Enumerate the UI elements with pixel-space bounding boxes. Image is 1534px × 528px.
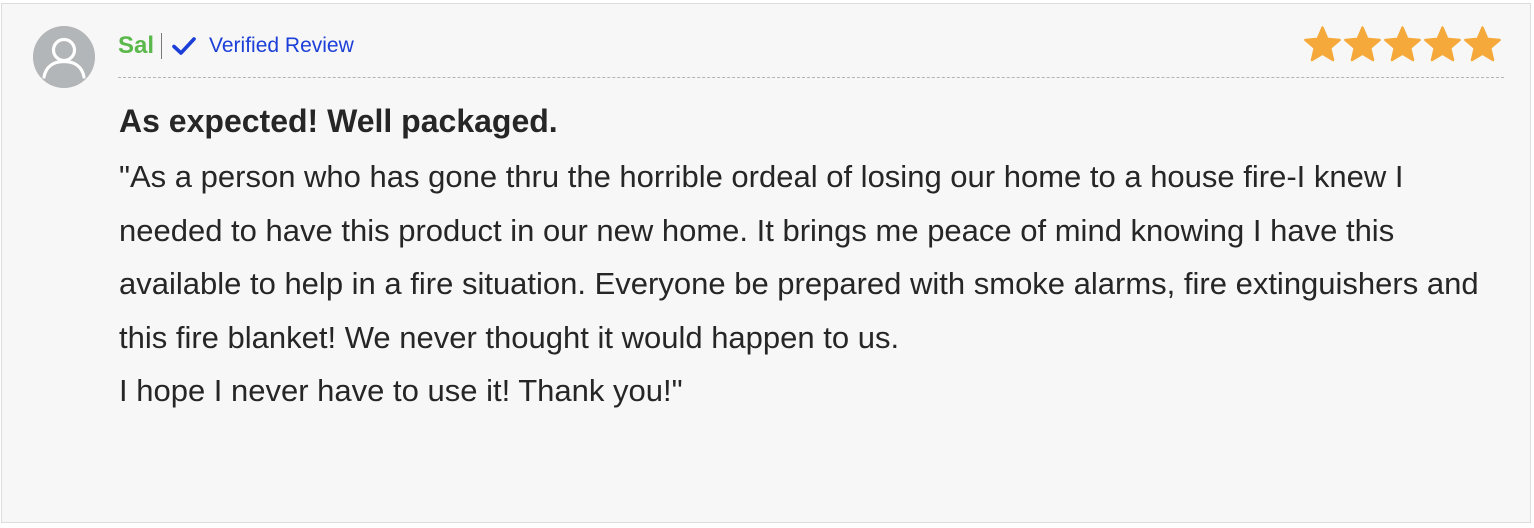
review-paragraph: "As a person who has gone thru the horri… [119,159,1479,355]
review-header: Sal Verified Review [118,28,354,64]
review-card: Sal Verified Review As expected! Well pa… [1,3,1531,523]
star-icon [1304,26,1341,62]
checkmark-icon [171,35,197,57]
review-body: "As a person who has gone thru the horri… [119,150,1509,418]
star-icon [1424,26,1461,62]
review-paragraph: I hope I never have to use it! Thank you… [119,373,683,408]
name-divider [161,33,163,59]
user-avatar-icon [33,26,95,88]
star-icon [1384,26,1421,62]
star-icon [1464,26,1501,62]
reviewer-name: Sal [118,32,155,59]
star-rating [1304,26,1501,63]
verified-review-label: Verified Review [209,34,354,57]
star-icon [1344,26,1381,62]
review-title: As expected! Well packaged. [119,103,558,139]
header-divider [118,77,1504,78]
